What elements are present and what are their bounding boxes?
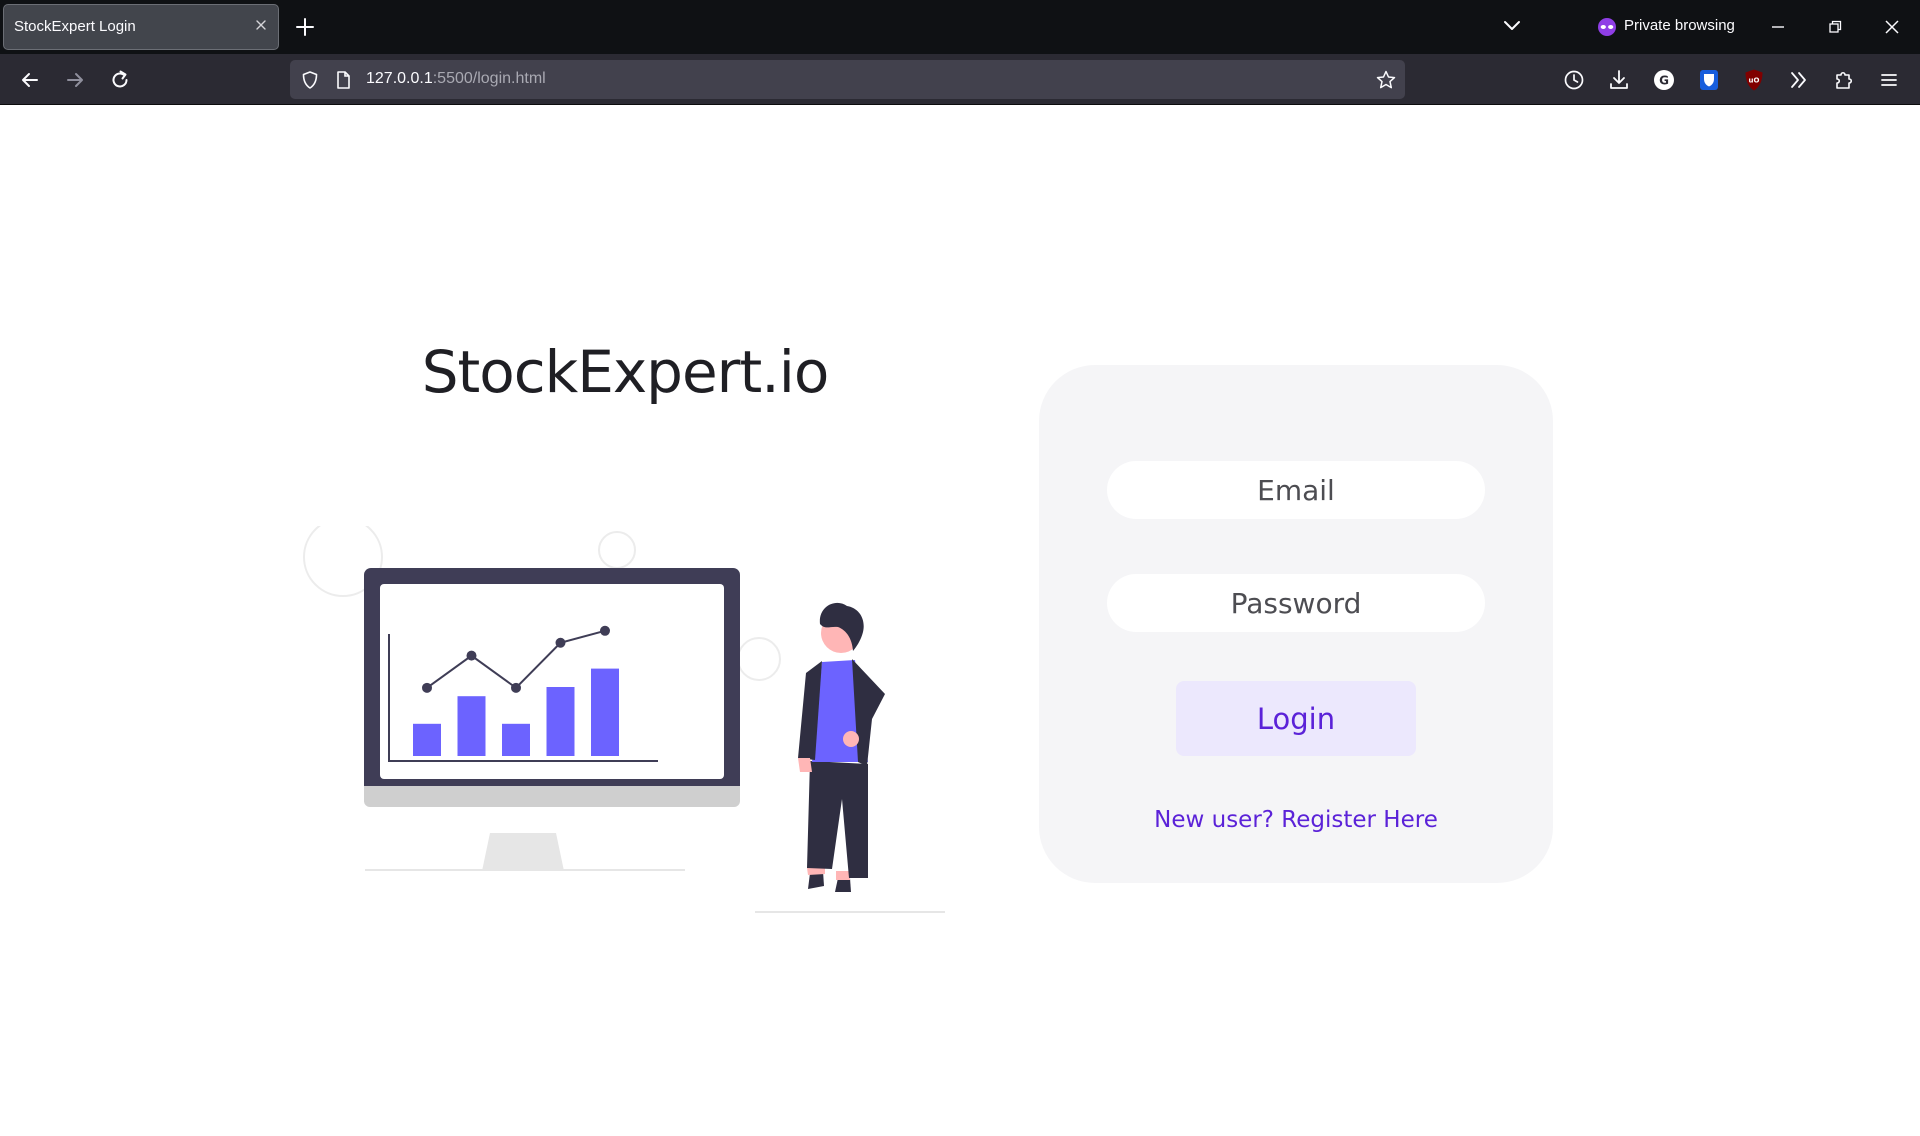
stock-chart-illustration <box>303 526 945 913</box>
url-text[interactable]: 127.0.0.1:5500/login.html <box>366 70 546 88</box>
login-page: StockExpert.io Email Login New user? Reg… <box>0 106 1920 1136</box>
brand-title: StockExpert.io <box>421 338 830 406</box>
grammarly-icon[interactable]: G <box>1651 67 1677 93</box>
decorative-circle <box>598 531 636 569</box>
close-icon[interactable] <box>254 18 268 32</box>
bitwarden-icon[interactable] <box>1696 67 1722 93</box>
private-browsing-label: Private browsing <box>1624 17 1735 34</box>
login-card: Login New user? Register Here <box>1039 365 1553 883</box>
reload-icon[interactable] <box>107 67 133 93</box>
chart-point <box>466 650 477 661</box>
plus-icon[interactable] <box>294 16 316 38</box>
arrow-right-icon[interactable] <box>62 67 88 93</box>
url-path: :5500/login.html <box>432 70 546 87</box>
register-link[interactable]: New user? Register Here <box>1039 807 1553 833</box>
tab-bar: StockExpert Login Private browsing <box>0 0 1920 54</box>
navigation-toolbar: 127.0.0.1:5500/login.html G uO <box>0 54 1920 105</box>
chevrons-right-icon[interactable] <box>1786 67 1812 93</box>
decorative-circle <box>737 637 781 681</box>
puzzle-icon[interactable] <box>1831 67 1857 93</box>
chevron-down-icon[interactable] <box>1502 18 1522 34</box>
url-host: 127.0.0.1 <box>366 70 433 87</box>
svg-text:G: G <box>1659 74 1669 88</box>
restore-icon[interactable] <box>1822 14 1848 40</box>
url-bar[interactable]: 127.0.0.1:5500/login.html <box>290 60 1405 99</box>
window-close-icon[interactable] <box>1879 14 1905 40</box>
ublock-icon[interactable]: uO <box>1741 67 1767 93</box>
svg-text:uO: uO <box>1749 77 1760 85</box>
password-field[interactable] <box>1107 574 1485 632</box>
shield-icon[interactable] <box>299 69 321 91</box>
minimize-icon[interactable] <box>1765 14 1791 40</box>
chart-bar <box>546 687 575 756</box>
tab-title: StockExpert Login <box>14 18 136 35</box>
star-icon[interactable] <box>1375 69 1397 91</box>
chart-point <box>511 682 521 693</box>
chart-bar <box>502 723 530 756</box>
chart-bar <box>413 723 441 756</box>
chart-point <box>600 625 610 636</box>
chart-point <box>422 682 432 693</box>
chart-bar <box>591 668 619 756</box>
tab-stockexpert-login[interactable]: StockExpert Login <box>3 4 279 50</box>
monitor-stand <box>482 833 564 871</box>
chart-bar <box>457 696 486 756</box>
arrow-left-icon[interactable] <box>17 67 43 93</box>
person-figure <box>755 602 945 913</box>
login-button[interactable]: Login <box>1176 681 1416 756</box>
private-mask-icon <box>1598 18 1616 36</box>
chart-point <box>555 637 566 648</box>
clock-icon[interactable] <box>1561 67 1587 93</box>
hamburger-icon[interactable] <box>1876 67 1902 93</box>
page-icon[interactable] <box>332 69 354 91</box>
download-icon[interactable] <box>1606 67 1632 93</box>
email-field[interactable] <box>1107 461 1485 519</box>
